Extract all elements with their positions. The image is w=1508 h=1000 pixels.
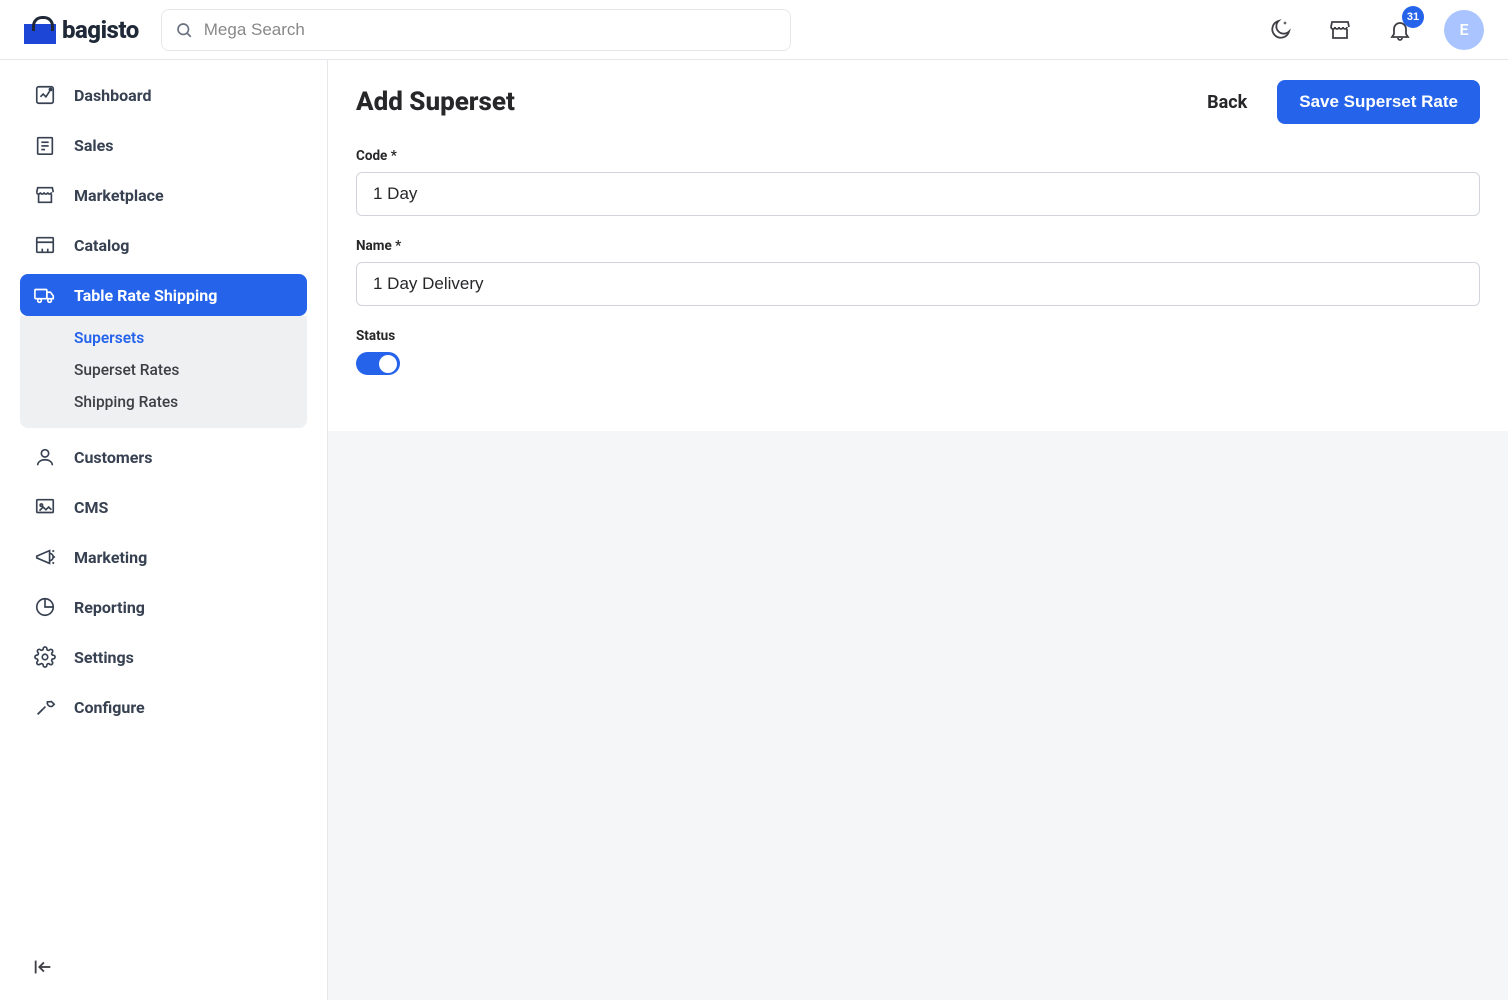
avatar-letter: E: [1459, 20, 1468, 39]
sidebar-item-cms[interactable]: CMS: [20, 486, 307, 528]
bag-icon: [24, 16, 56, 44]
sidebar-item-table-rate-shipping[interactable]: Table Rate Shipping: [20, 274, 307, 316]
sidebar-item-customers[interactable]: Customers: [20, 436, 307, 478]
notification-badge: 31: [1402, 6, 1424, 28]
sidebar-item-label: Reporting: [74, 598, 145, 617]
moon-icon: [1268, 18, 1292, 42]
visit-store-button[interactable]: [1324, 14, 1356, 46]
notifications-button[interactable]: 31: [1384, 14, 1416, 46]
sidebar-subitem-superset-rates[interactable]: Superset Rates: [20, 354, 307, 386]
code-input[interactable]: [356, 172, 1480, 216]
marketing-icon: [34, 546, 56, 568]
page-title: Add Superset: [356, 87, 515, 117]
search-input[interactable]: [161, 9, 791, 51]
main-content: Add Superset Back Save Superset Rate Cod…: [328, 60, 1508, 1000]
customers-icon: [34, 446, 56, 468]
page-actions: Back Save Superset Rate: [1207, 80, 1480, 124]
sidebar-item-label: Marketplace: [74, 186, 164, 205]
form-group-status: Status: [356, 328, 1480, 375]
form-group-name: Name *: [356, 238, 1480, 306]
sidebar-item-label: Marketing: [74, 548, 147, 567]
app-header: bagisto 31 E: [0, 0, 1508, 60]
sidebar-item-label: CMS: [74, 498, 108, 517]
reporting-icon: [34, 596, 56, 618]
dashboard-icon: [34, 84, 56, 106]
sidebar-item-marketing[interactable]: Marketing: [20, 536, 307, 578]
name-label: Name *: [356, 238, 1480, 254]
sidebar-item-marketplace[interactable]: Marketplace: [20, 174, 307, 216]
save-button[interactable]: Save Superset Rate: [1277, 80, 1480, 124]
sidebar-item-settings[interactable]: Settings: [20, 636, 307, 678]
name-input[interactable]: [356, 262, 1480, 306]
sidebar-item-label: Settings: [74, 648, 134, 667]
sidebar: Dashboard Sales Marketplace Catalog Tabl…: [0, 60, 328, 1000]
content-card: Add Superset Back Save Superset Rate Cod…: [328, 60, 1508, 431]
collapse-icon: [32, 956, 54, 978]
catalog-icon: [34, 234, 56, 256]
sidebar-subitem-shipping-rates[interactable]: Shipping Rates: [20, 386, 307, 418]
page-header: Add Superset Back Save Superset Rate: [356, 80, 1480, 124]
search-container: [161, 9, 791, 51]
cms-icon: [34, 496, 56, 518]
collapse-sidebar-button[interactable]: [32, 956, 54, 978]
form-group-code: Code *: [356, 148, 1480, 216]
subitem-label: Superset Rates: [74, 361, 179, 379]
status-label: Status: [356, 328, 1480, 344]
sidebar-subitem-supersets[interactable]: Supersets: [20, 322, 307, 354]
sidebar-item-dashboard[interactable]: Dashboard: [20, 74, 307, 116]
sidebar-item-label: Sales: [74, 136, 114, 155]
sidebar-item-configure[interactable]: Configure: [20, 686, 307, 728]
back-link[interactable]: Back: [1207, 92, 1247, 113]
sidebar-item-reporting[interactable]: Reporting: [20, 586, 307, 628]
code-label: Code *: [356, 148, 1480, 164]
store-icon: [1328, 18, 1352, 42]
settings-icon: [34, 646, 56, 668]
sidebar-item-label: Customers: [74, 448, 152, 467]
subitem-label: Supersets: [74, 329, 144, 347]
subitem-label: Shipping Rates: [74, 393, 178, 411]
brand-name: bagisto: [62, 16, 139, 44]
sidebar-item-catalog[interactable]: Catalog: [20, 224, 307, 266]
sidebar-item-label: Dashboard: [74, 86, 151, 105]
sidebar-item-label: Table Rate Shipping: [74, 286, 217, 305]
dark-mode-toggle[interactable]: [1264, 14, 1296, 46]
avatar[interactable]: E: [1444, 10, 1484, 50]
sidebar-subnav: Supersets Superset Rates Shipping Rates: [20, 316, 307, 428]
sidebar-bottom: [20, 938, 307, 1000]
sidebar-item-sales[interactable]: Sales: [20, 124, 307, 166]
sidebar-item-label: Catalog: [74, 236, 129, 255]
sales-icon: [34, 134, 56, 156]
brand-logo[interactable]: bagisto: [24, 16, 139, 44]
marketplace-icon: [34, 184, 56, 206]
status-toggle[interactable]: [356, 352, 400, 375]
configure-icon: [34, 696, 56, 718]
header-actions: 31 E: [1264, 10, 1484, 50]
search-icon: [175, 21, 193, 39]
sidebar-item-label: Configure: [74, 698, 145, 717]
truck-icon: [34, 284, 56, 306]
